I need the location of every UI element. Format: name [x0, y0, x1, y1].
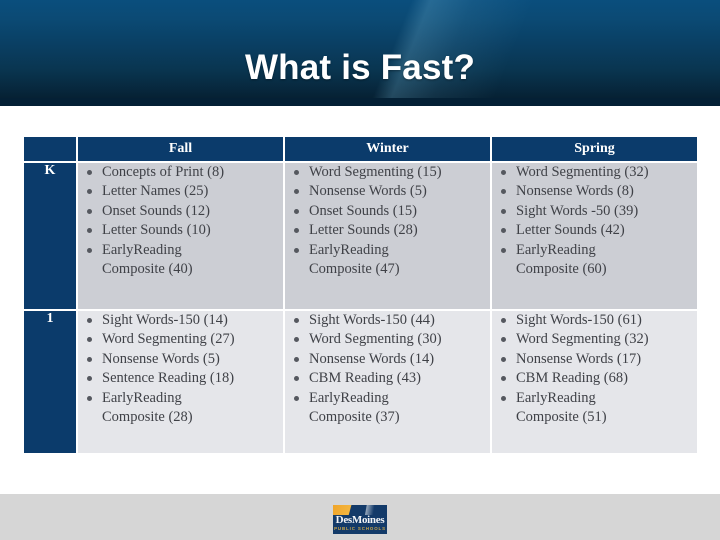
list-item: Word Segmenting (32): [501, 163, 697, 182]
list-item: Nonsense Words (5): [87, 350, 283, 369]
skill-list: Sight Words-150 (44) Word Segmenting (30…: [285, 311, 490, 427]
column-header-spring: Spring: [492, 137, 697, 161]
list-item: Concepts of Print (8): [87, 163, 283, 182]
list-item: Nonsense Words (17): [501, 350, 697, 369]
list-item: Word Segmenting (27): [87, 330, 283, 349]
list-item: CBM Reading (68): [501, 369, 697, 388]
des-moines-public-schools-logo: DesMoines PUBLIC SCHOOLS: [333, 505, 387, 534]
slide-title-banner: What is Fast?: [0, 0, 720, 106]
list-item: Sentence Reading (18): [87, 369, 283, 388]
skill-list: Word Segmenting (32) Nonsense Words (8) …: [492, 163, 697, 279]
list-item: Sight Words-150 (14): [87, 311, 283, 330]
cell-k-spring: Word Segmenting (32) Nonsense Words (8) …: [492, 163, 697, 309]
list-item: EarlyReading Composite (60): [501, 241, 697, 280]
table-head: Fall Winter Spring: [24, 137, 697, 161]
cell-1-fall: Sight Words-150 (14) Word Segmenting (27…: [78, 311, 283, 453]
list-item: EarlyReading Composite (51): [501, 389, 697, 428]
list-item: Nonsense Words (5): [294, 182, 490, 201]
table-header-row: Fall Winter Spring: [24, 137, 697, 161]
list-item: Onset Sounds (12): [87, 202, 283, 221]
list-item: Onset Sounds (15): [294, 202, 490, 221]
cell-k-winter: Word Segmenting (15) Nonsense Words (5) …: [285, 163, 490, 309]
page-title: What is Fast?: [244, 48, 476, 87]
list-item: Letter Sounds (28): [294, 221, 490, 240]
list-item: Sight Words-150 (44): [294, 311, 490, 330]
list-item: CBM Reading (43): [294, 369, 490, 388]
skill-list: Word Segmenting (15) Nonsense Words (5) …: [285, 163, 490, 279]
list-item: Letter Sounds (10): [87, 221, 283, 240]
column-header-winter: Winter: [285, 137, 490, 161]
skill-list: Sight Words-150 (61) Word Segmenting (32…: [492, 311, 697, 427]
cell-1-winter: Sight Words-150 (44) Word Segmenting (30…: [285, 311, 490, 453]
benchmark-table-wrapper: Fall Winter Spring K Concepts of Print (…: [22, 135, 697, 455]
logo-name: DesMoines: [335, 514, 385, 526]
list-item: Sight Words -50 (39): [501, 202, 697, 221]
list-item: EarlyReading Composite (37): [294, 389, 490, 428]
logo-subtitle: PUBLIC SCHOOLS: [334, 526, 386, 531]
list-item: EarlyReading Composite (40): [87, 241, 283, 280]
table-row: 1 Sight Words-150 (14) Word Segmenting (…: [24, 311, 697, 453]
list-item: Letter Names (25): [87, 182, 283, 201]
list-item: Letter Sounds (42): [501, 221, 697, 240]
grade-label-1: 1: [24, 311, 76, 453]
benchmark-table: Fall Winter Spring K Concepts of Print (…: [22, 135, 699, 455]
list-item: Word Segmenting (15): [294, 163, 490, 182]
list-item: Sight Words-150 (61): [501, 311, 697, 330]
skill-list: Sight Words-150 (14) Word Segmenting (27…: [78, 311, 283, 427]
grade-label-k: K: [24, 163, 76, 309]
corner-header-cell: [24, 137, 76, 161]
list-item: EarlyReading Composite (47): [294, 241, 490, 280]
skill-list: Concepts of Print (8) Letter Names (25) …: [78, 163, 283, 279]
column-header-fall: Fall: [78, 137, 283, 161]
cell-k-fall: Concepts of Print (8) Letter Names (25) …: [78, 163, 283, 309]
list-item: Nonsense Words (14): [294, 350, 490, 369]
list-item: Nonsense Words (8): [501, 182, 697, 201]
table-row: K Concepts of Print (8) Letter Names (25…: [24, 163, 697, 309]
cell-1-spring: Sight Words-150 (61) Word Segmenting (32…: [492, 311, 697, 453]
list-item: Word Segmenting (30): [294, 330, 490, 349]
list-item: Word Segmenting (32): [501, 330, 697, 349]
table-body: K Concepts of Print (8) Letter Names (25…: [24, 163, 697, 453]
list-item: EarlyReading Composite (28): [87, 389, 283, 428]
